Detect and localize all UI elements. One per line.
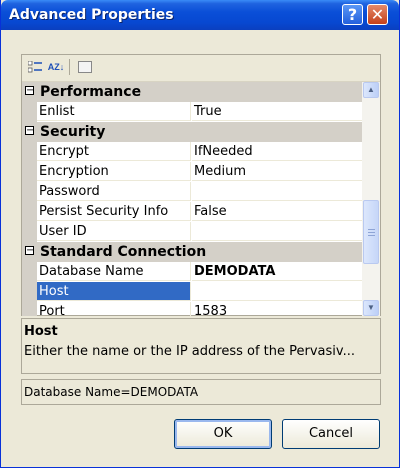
- row-gutter: [22, 282, 37, 302]
- property-row-persist-security-info[interactable]: Persist Security Info False: [22, 202, 362, 222]
- property-pages-icon: [78, 61, 92, 73]
- row-gutter: [22, 262, 37, 282]
- ok-button[interactable]: OK: [174, 419, 272, 449]
- property-value[interactable]: False: [192, 202, 362, 221]
- scroll-thumb[interactable]: [363, 200, 379, 264]
- property-name: Database Name: [37, 262, 191, 281]
- grip-line: [368, 235, 375, 236]
- property-row-enlist[interactable]: Enlist True: [22, 102, 362, 122]
- property-grid: AZ↓ − Performance Enlist True − Security: [21, 54, 381, 316]
- help-icon: ?: [347, 5, 358, 24]
- chevron-down-icon: ▼: [367, 303, 375, 312]
- toolbar-separator: [69, 59, 70, 75]
- property-name: Password: [37, 182, 191, 201]
- window-title: Advanced Properties: [9, 7, 174, 23]
- vertical-scrollbar[interactable]: ▲ ▼: [362, 82, 380, 316]
- category-security[interactable]: − Security: [22, 122, 362, 142]
- category-name: Standard Connection: [40, 244, 207, 260]
- chevron-up-icon: ▲: [367, 85, 375, 94]
- property-name: Encrypt: [37, 142, 191, 161]
- collapse-icon[interactable]: −: [25, 246, 34, 256]
- category-standard-connection[interactable]: − Standard Connection: [22, 242, 362, 262]
- categorized-button[interactable]: [25, 58, 45, 76]
- property-value[interactable]: Medium: [192, 162, 362, 181]
- description-title: Host: [24, 324, 58, 339]
- row-gutter: [22, 202, 37, 222]
- category-performance[interactable]: − Performance: [22, 82, 362, 102]
- cancel-button[interactable]: Cancel: [282, 419, 380, 449]
- property-row-host[interactable]: Host: [22, 282, 362, 302]
- property-name: Enlist: [37, 102, 191, 121]
- property-grid-toolbar: AZ↓: [22, 55, 380, 82]
- property-row-encrypt[interactable]: Encrypt IfNeeded: [22, 142, 362, 162]
- property-description-panel: Host Either the name or the IP address o…: [21, 318, 381, 374]
- scroll-down-button[interactable]: ▼: [363, 300, 379, 316]
- row-gutter: [22, 222, 37, 242]
- collapse-icon[interactable]: −: [25, 86, 34, 96]
- property-value[interactable]: [192, 282, 362, 301]
- categorized-icon: [27, 60, 42, 73]
- description-text: Either the name or the IP address of the…: [24, 344, 355, 359]
- alphabetical-button[interactable]: AZ↓: [46, 58, 66, 76]
- property-value[interactable]: True: [192, 102, 362, 121]
- property-value[interactable]: DEMODATA: [192, 262, 362, 281]
- property-row-encryption[interactable]: Encryption Medium: [22, 162, 362, 182]
- property-name: Persist Security Info: [37, 202, 191, 221]
- collapse-icon[interactable]: −: [25, 126, 34, 136]
- property-name: Port: [37, 302, 191, 316]
- property-name: Host: [37, 282, 191, 301]
- row-gutter: [22, 182, 37, 202]
- property-name: Encryption: [37, 162, 191, 181]
- property-value[interactable]: 1583: [192, 302, 362, 316]
- alphabetical-sort-icon: AZ↓: [47, 62, 65, 72]
- category-name: Performance: [40, 84, 142, 100]
- grip-line: [368, 229, 375, 230]
- close-button[interactable]: ✕: [367, 4, 388, 25]
- grip-line: [368, 232, 375, 233]
- advanced-properties-dialog: Advanced Properties ? ✕ AZ↓ − Performanc…: [0, 0, 400, 468]
- connection-string-text: Database Name=DEMODATA: [24, 385, 199, 399]
- property-rows: − Performance Enlist True − Security Enc…: [22, 82, 362, 316]
- category-name: Security: [40, 124, 106, 140]
- property-name: User ID: [37, 222, 191, 241]
- row-gutter: [22, 142, 37, 162]
- title-bar[interactable]: Advanced Properties ? ✕: [1, 0, 399, 30]
- help-button[interactable]: ?: [342, 4, 363, 25]
- row-gutter: [22, 102, 37, 122]
- property-row-database-name[interactable]: Database Name DEMODATA: [22, 262, 362, 282]
- row-gutter: [22, 302, 37, 316]
- property-value[interactable]: [192, 222, 362, 241]
- property-row-port[interactable]: Port 1583: [22, 302, 362, 316]
- connection-string-box: Database Name=DEMODATA: [21, 379, 381, 405]
- property-value[interactable]: IfNeeded: [192, 142, 362, 161]
- property-pages-button[interactable]: [75, 58, 95, 76]
- property-value[interactable]: [192, 182, 362, 201]
- property-row-password[interactable]: Password: [22, 182, 362, 202]
- close-icon: ✕: [370, 5, 385, 24]
- property-row-user-id[interactable]: User ID: [22, 222, 362, 242]
- scroll-up-button[interactable]: ▲: [363, 82, 379, 98]
- row-gutter: [22, 162, 37, 182]
